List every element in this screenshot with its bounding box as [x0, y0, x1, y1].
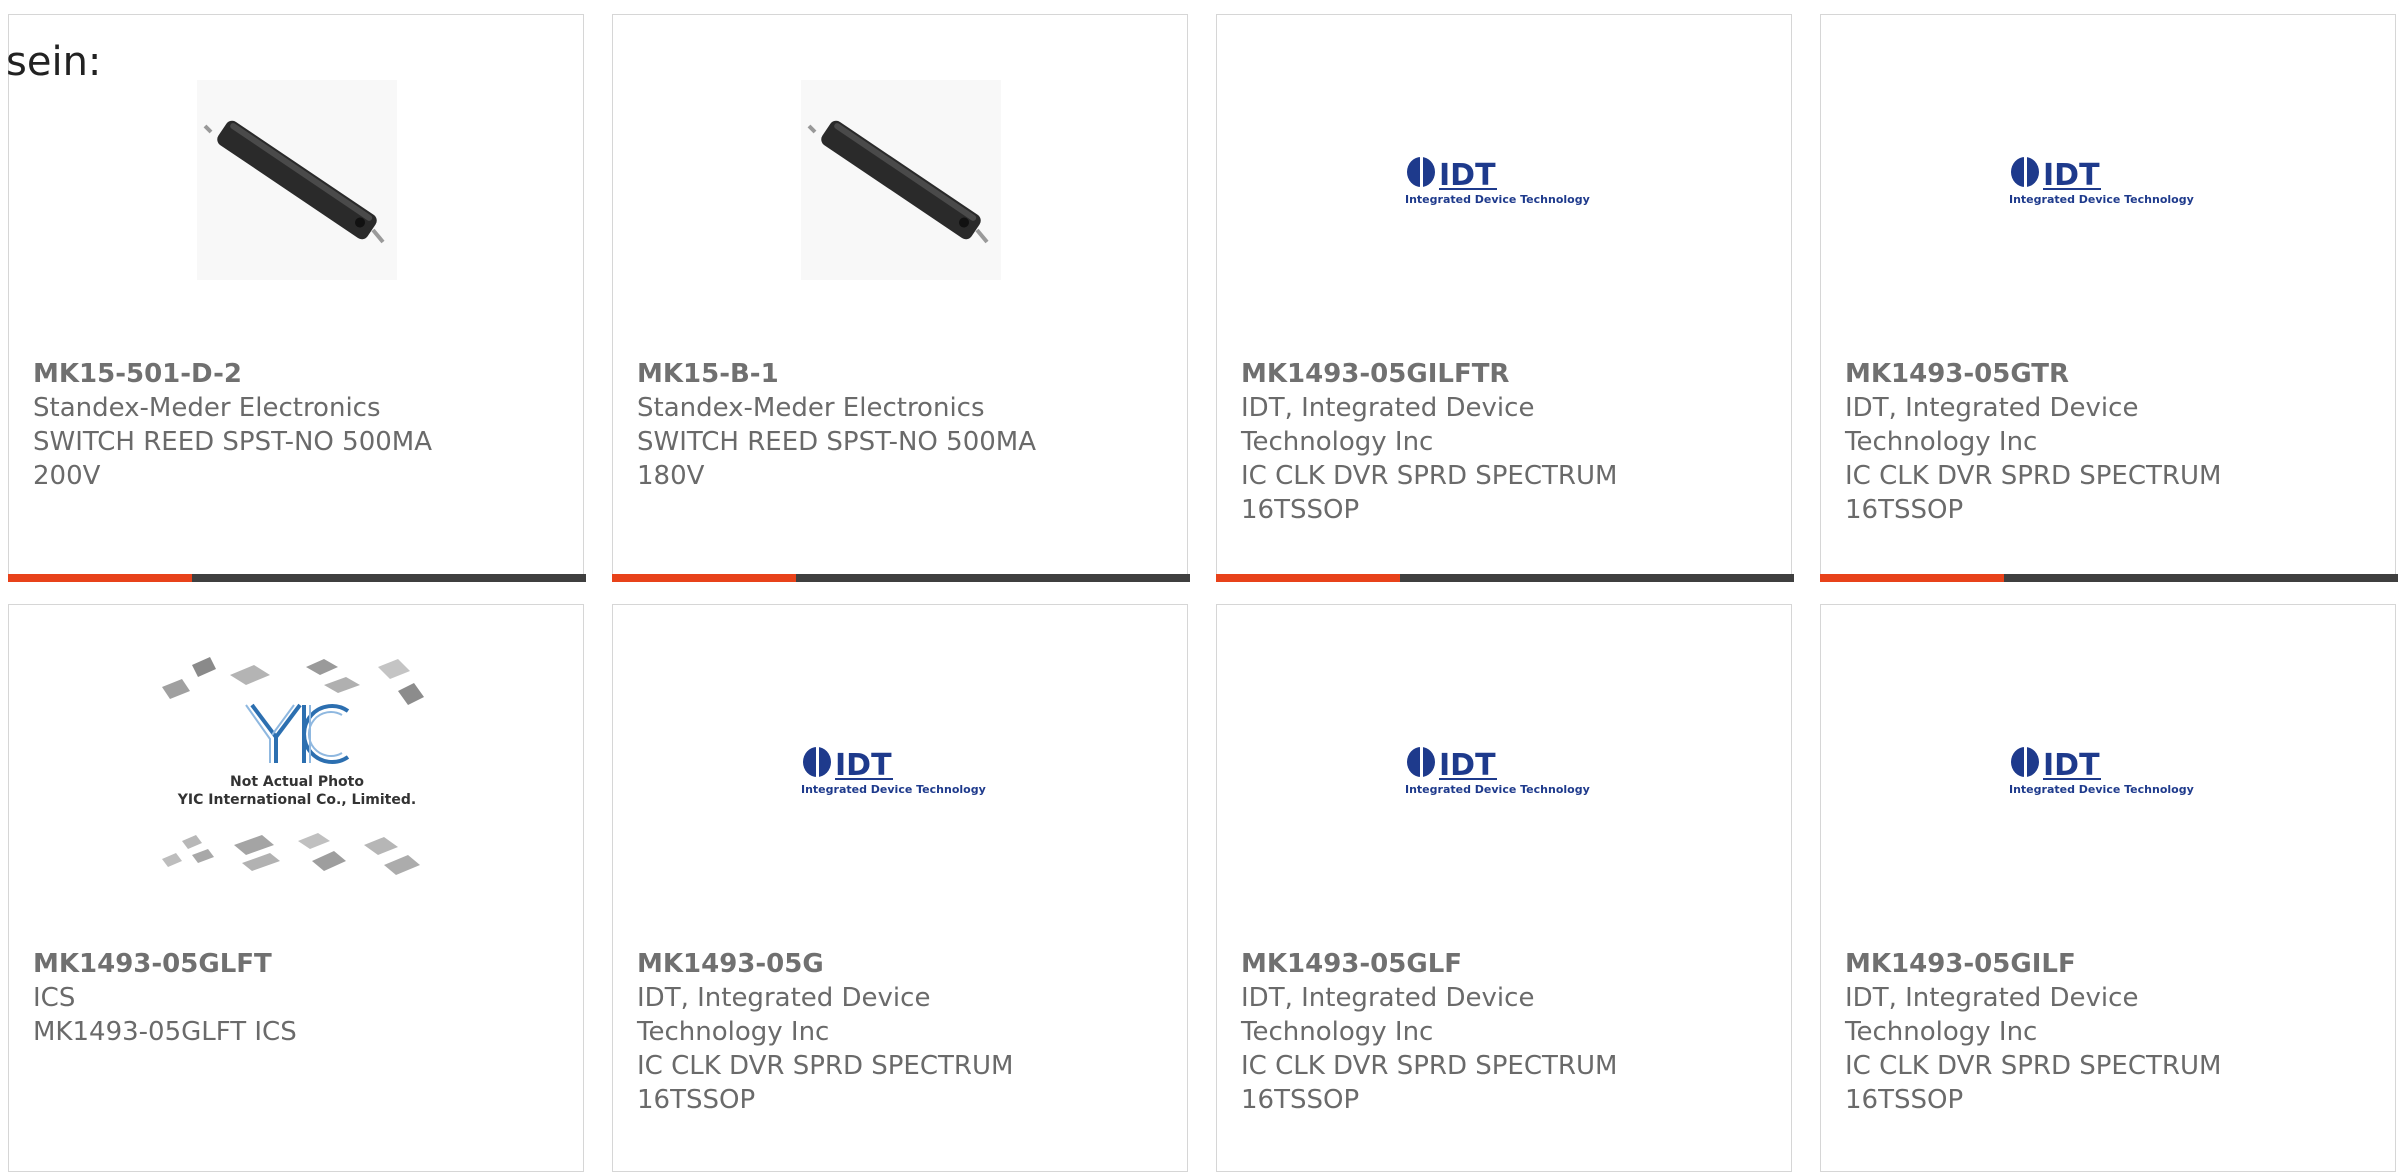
yic-caption: Not Actual Photo YIC International Co., …	[162, 773, 432, 809]
manufacturer-line: IDT, Integrated Device	[1241, 393, 1535, 423]
description-line: 16TSSOP	[1845, 495, 1964, 525]
description-line: IC CLK DVR SPRD SPECTRUM	[1845, 1051, 2222, 1081]
product-info: MK1493-05GILF IDT, Integrated Device Tec…	[1845, 947, 2305, 1117]
idt-logo-text: IDT	[835, 748, 892, 783]
product-card[interactable]: IDT Integrated Device Technology MK1493-…	[1820, 14, 2398, 582]
idt-logo-subtext: Integrated Device Technology	[801, 783, 986, 795]
product-image[interactable]: IDT Integrated Device Technology	[1217, 645, 1793, 895]
manufacturer-line: IDT, Integrated Device	[1241, 983, 1535, 1013]
reed-switch-image	[197, 80, 397, 280]
product-card[interactable]: MK15-B-1 Standex-Meder Electronics SWITC…	[612, 14, 1190, 582]
idt-logo-mark: IDT Integrated Device Technology	[1405, 747, 1590, 796]
product-card[interactable]: IDT Integrated Device Technology MK1493-…	[1820, 604, 2396, 1172]
part-number[interactable]: MK1493-05GLF	[1241, 947, 1701, 981]
chip-cluster-graphic	[162, 657, 424, 875]
part-number[interactable]: MK1493-05GILF	[1845, 947, 2305, 981]
idt-logo-mark: IDT Integrated Device Technology	[2009, 157, 2194, 206]
product-info: MK15-501-D-2 Standex-Meder Electronics S…	[33, 357, 493, 493]
manufacturer: Standex-Meder Electronics	[637, 393, 985, 423]
product-info: MK15-B-1 Standex-Meder Electronics SWITC…	[637, 357, 1097, 493]
part-number[interactable]: MK15-501-D-2	[33, 357, 493, 391]
card-bottom-bar	[8, 574, 586, 582]
idt-logo: IDT Integrated Device Technology	[1405, 155, 1605, 206]
idt-logo-mark: IDT Integrated Device Technology	[801, 747, 986, 796]
card-accent-bar	[1216, 574, 1400, 582]
card-bottom-bar	[612, 574, 1190, 582]
description-line: 16TSSOP	[1845, 1085, 1964, 1115]
idt-logo: IDT Integrated Device Technology	[2009, 745, 2209, 796]
card-bottom-bar	[1820, 574, 2398, 582]
manufacturer-line: IDT, Integrated Device	[637, 983, 931, 1013]
idt-logo-text: IDT	[1439, 158, 1496, 193]
manufacturer-line: IDT, Integrated Device	[1845, 983, 2139, 1013]
card-accent-bar	[612, 574, 796, 582]
idt-logo-mark: IDT Integrated Device Technology	[2009, 747, 2194, 796]
product-image[interactable]: IDT Integrated Device Technology	[1217, 55, 1793, 305]
product-image[interactable]	[613, 55, 1189, 305]
part-number[interactable]: MK1493-05G	[637, 947, 1097, 981]
yic-caption-line: Not Actual Photo	[230, 774, 364, 790]
manufacturer-line: Technology Inc	[1845, 1017, 2038, 1047]
description-line: 16TSSOP	[1241, 1085, 1360, 1115]
manufacturer-line: Technology Inc	[1845, 427, 2038, 457]
manufacturer: ICS	[33, 983, 76, 1013]
manufacturer-line: Technology Inc	[637, 1017, 830, 1047]
idt-logo: IDT Integrated Device Technology	[2009, 155, 2209, 206]
product-image[interactable]: Not Actual Photo YIC International Co., …	[9, 645, 585, 895]
product-image[interactable]: IDT Integrated Device Technology	[613, 645, 1189, 895]
idt-logo-text: IDT	[1439, 748, 1496, 783]
product-info: MK1493-05GLFT ICS MK1493-05GLFT ICS	[33, 947, 493, 1049]
idt-logo: IDT Integrated Device Technology	[801, 745, 1001, 796]
manufacturer: Standex-Meder Electronics	[33, 393, 381, 423]
part-number[interactable]: MK1493-05GLFT	[33, 947, 493, 981]
idt-logo-subtext: Integrated Device Technology	[1405, 193, 1590, 205]
manufacturer-line: Technology Inc	[1241, 1017, 1434, 1047]
yic-caption-line: YIC International Co., Limited.	[177, 792, 417, 808]
description-line: 16TSSOP	[1241, 495, 1360, 525]
product-card[interactable]: Not Actual Photo YIC International Co., …	[8, 604, 584, 1172]
card-accent-bar	[8, 574, 192, 582]
part-number[interactable]: MK1493-05GTR	[1845, 357, 2305, 391]
idt-logo-text: IDT	[2043, 748, 2100, 783]
description-line: 200V	[33, 461, 101, 491]
idt-logo: IDT Integrated Device Technology	[1405, 745, 1605, 796]
product-image[interactable]: IDT Integrated Device Technology	[1821, 55, 2397, 305]
description-line: IC CLK DVR SPRD SPECTRUM	[1241, 461, 1618, 491]
description-line: MK1493-05GLFT ICS	[33, 1017, 297, 1047]
page-heading-fragment: sein:	[6, 39, 102, 85]
description-line: 16TSSOP	[637, 1085, 756, 1115]
description-line: SWITCH REED SPST-NO 500MA	[33, 427, 433, 457]
description-line: 180V	[637, 461, 705, 491]
product-card[interactable]: IDT Integrated Device Technology MK1493-…	[1216, 14, 1794, 582]
product-image[interactable]	[9, 55, 585, 305]
product-info: MK1493-05GTR IDT, Integrated Device Tech…	[1845, 357, 2305, 527]
manufacturer-line: IDT, Integrated Device	[1845, 393, 2139, 423]
part-number[interactable]: MK15-B-1	[637, 357, 1097, 391]
product-card[interactable]: IDT Integrated Device Technology MK1493-…	[1216, 604, 1792, 1172]
product-card[interactable]: MK15-501-D-2 Standex-Meder Electronics S…	[8, 14, 586, 582]
idt-logo-mark: IDT Integrated Device Technology	[1405, 157, 1590, 206]
part-number[interactable]: MK1493-05GILFTR	[1241, 357, 1701, 391]
idt-logo-subtext: Integrated Device Technology	[2009, 783, 2194, 795]
manufacturer-line: Technology Inc	[1241, 427, 1434, 457]
reed-switch-image	[801, 80, 1001, 280]
description-line: IC CLK DVR SPRD SPECTRUM	[637, 1051, 1014, 1081]
description-line: SWITCH REED SPST-NO 500MA	[637, 427, 1037, 457]
idt-logo-subtext: Integrated Device Technology	[1405, 783, 1590, 795]
idt-logo-text: IDT	[2043, 158, 2100, 193]
card-accent-bar	[1820, 574, 2004, 582]
product-info: MK1493-05GLF IDT, Integrated Device Tech…	[1241, 947, 1701, 1117]
yic-placeholder-image: Not Actual Photo YIC International Co., …	[162, 645, 432, 895]
product-info: MK1493-05GILFTR IDT, Integrated Device T…	[1241, 357, 1701, 527]
product-info: MK1493-05G IDT, Integrated Device Techno…	[637, 947, 1097, 1117]
card-bottom-bar	[1216, 574, 1794, 582]
description-line: IC CLK DVR SPRD SPECTRUM	[1845, 461, 2222, 491]
idt-logo-subtext: Integrated Device Technology	[2009, 193, 2194, 205]
description-line: IC CLK DVR SPRD SPECTRUM	[1241, 1051, 1618, 1081]
product-image[interactable]: IDT Integrated Device Technology	[1821, 645, 2397, 895]
product-card[interactable]: IDT Integrated Device Technology MK1493-…	[612, 604, 1188, 1172]
